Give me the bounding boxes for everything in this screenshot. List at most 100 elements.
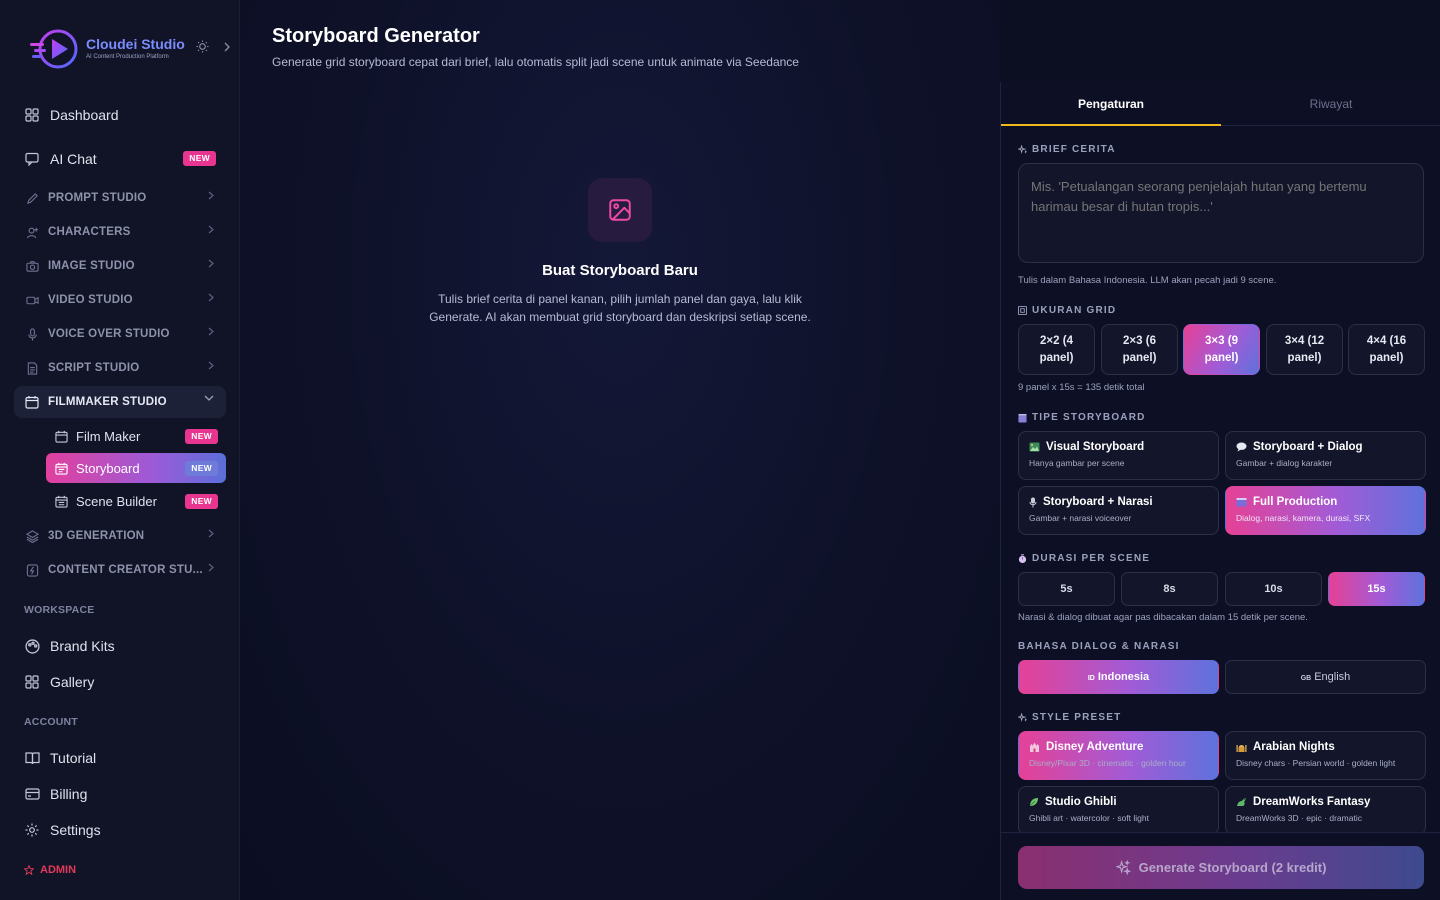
sidebar-item-storyboard[interactable]: Storyboard NEW [46, 453, 226, 483]
main-content: Storyboard Generator Generate grid story… [240, 0, 1000, 900]
brief-textarea[interactable] [1018, 163, 1424, 263]
grid-icon [24, 107, 40, 123]
empty-state-description: Tulis brief cerita di panel kanan, pilih… [429, 292, 811, 324]
chevron-right-icon [208, 191, 214, 200]
storyboard-icon [54, 461, 68, 475]
type-option-visual-storyboard[interactable]: Visual Storyboard Hanya gambar per scene [1018, 431, 1219, 480]
timer-icon [1018, 553, 1027, 564]
duration-option-10s[interactable]: 10s [1225, 572, 1322, 606]
sidebar-item-brand-kits[interactable]: Brand Kits [14, 628, 226, 664]
sidebar-section-image-studio[interactable]: IMAGE STUDIO [14, 250, 226, 282]
sidebar-section-content-creator-studio[interactable]: CONTENT CREATOR STU... [14, 554, 226, 586]
brand-title: Cloudei Studio [86, 36, 185, 52]
style-option-arabian-nights[interactable]: Arabian Nights Disney chars · Persian wo… [1225, 731, 1426, 780]
grid-option-4x4[interactable]: 4×4 (16 panel) [1348, 324, 1425, 375]
grid-option-3x4[interactable]: 3×4 (12 panel) [1266, 324, 1343, 375]
speech-bubble-icon [1236, 442, 1247, 452]
sidebar-section-characters[interactable]: CHARACTERS [14, 216, 226, 248]
microphone-icon [1029, 497, 1037, 508]
mosque-icon [1236, 742, 1247, 752]
chevron-right-icon [208, 293, 214, 302]
calendar-icon [24, 394, 40, 410]
grid-size-icon [1018, 306, 1027, 315]
new-badge: NEW [183, 151, 216, 166]
chevron-right-icon [208, 529, 214, 538]
image-placeholder-icon [588, 178, 652, 242]
clapper-icon [1018, 413, 1027, 423]
duration-option-5s[interactable]: 5s [1018, 572, 1115, 606]
picture-icon [1029, 442, 1040, 452]
sidebar-item-settings[interactable]: Settings [14, 812, 226, 848]
sidebar-section-script-studio[interactable]: SCRIPT STUDIO [14, 352, 226, 384]
brief-section-label: BRIEF CERITA [1018, 144, 1116, 155]
account-group-label: ACCOUNT [24, 716, 78, 728]
language-option-english[interactable]: GB English [1225, 660, 1426, 694]
type-option-storyboard-narasi[interactable]: Storyboard + Narasi Gambar + narasi voic… [1018, 486, 1219, 535]
panel-footer: Generate Storyboard (2 kredit) [1001, 832, 1440, 900]
grid-hint: 9 panel x 15s = 135 detik total [1018, 382, 1145, 393]
new-badge: NEW [185, 429, 218, 444]
sidebar-section-video-studio[interactable]: VIDEO STUDIO [14, 284, 226, 316]
sidebar-section-voice-over-studio[interactable]: VOICE OVER STUDIO [14, 318, 226, 350]
grid-option-3x3[interactable]: 3×3 (9 panel) [1183, 324, 1260, 375]
video-icon [24, 292, 40, 308]
sidebar-section-prompt-studio[interactable]: PROMPT STUDIO [14, 182, 226, 214]
grid-section-label: UKURAN GRID [1018, 305, 1116, 316]
sidebar-item-ai-chat[interactable]: AI Chat NEW [14, 141, 226, 177]
page-title: Storyboard Generator [272, 25, 480, 47]
type-section-label: TIPE STORYBOARD [1018, 412, 1146, 423]
flag-gb-icon: GB [1300, 675, 1312, 682]
chat-icon [24, 151, 40, 167]
type-option-full-production[interactable]: Full Production Dialog, narasi, kamera, … [1225, 486, 1426, 535]
generate-storyboard-button[interactable]: Generate Storyboard (2 kredit) [1018, 846, 1424, 889]
sidebar-item-label: Dashboard [50, 107, 119, 123]
sidebar-item-tutorial[interactable]: Tutorial [14, 740, 226, 776]
sidebar-admin-label[interactable]: ADMIN [24, 864, 76, 876]
sparkle-icon [1018, 713, 1027, 722]
book-icon [24, 750, 40, 766]
settings-panel: Pengaturan Riwayat BRIEF CERITA Tulis da… [1000, 82, 1440, 900]
language-option-indonesia[interactable]: ID Indonesia [1018, 660, 1219, 694]
sidebar-section-filmmaker-studio[interactable]: FILMMAKER STUDIO [14, 386, 226, 418]
microphone-icon [24, 326, 40, 342]
style-section-label: STYLE PRESET [1018, 712, 1121, 723]
scene-icon [54, 494, 68, 508]
lightning-icon [24, 562, 40, 578]
duration-option-15s[interactable]: 15s [1328, 572, 1425, 606]
sidebar-item-scene-builder[interactable]: Scene Builder NEW [46, 486, 226, 516]
sidebar-item-gallery[interactable]: Gallery [14, 664, 226, 700]
camera-icon [24, 258, 40, 274]
style-option-studio-ghibli[interactable]: Studio Ghibli Ghibli art · watercolor · … [1018, 786, 1219, 835]
duration-section-label: DURASI PER SCENE [1018, 553, 1150, 564]
grid-option-2x3[interactable]: 2×3 (6 panel) [1101, 324, 1178, 375]
sidebar-item-film-maker[interactable]: Film Maker NEW [46, 421, 226, 451]
sidebar-item-dashboard[interactable]: Dashboard [14, 97, 226, 133]
document-icon [24, 360, 40, 376]
panel-tabs: Pengaturan Riwayat [1001, 82, 1440, 126]
brand-subtitle: AI Content Production Platform [86, 54, 169, 60]
duration-option-8s[interactable]: 8s [1121, 572, 1218, 606]
chevron-down-icon [204, 395, 214, 402]
brand-logo[interactable]: Cloudei Studio AI Content Production Pla… [28, 22, 238, 74]
language-section-label: BAHASA DIALOG & NARASI [1018, 641, 1180, 652]
chevron-right-icon [208, 327, 214, 336]
tab-riwayat[interactable]: Riwayat [1221, 82, 1440, 126]
grid-option-2x2[interactable]: 2×2 (4 panel) [1018, 324, 1095, 375]
style-option-disney-adventure[interactable]: Disney Adventure Disney/Pixar 3D · cinem… [1018, 731, 1219, 780]
sidebar-section-3d-generation[interactable]: 3D GENERATION [14, 520, 226, 552]
duration-hint: Narasi & dialog dibuat agar pas dibacaka… [1018, 612, 1308, 623]
new-badge: NEW [185, 494, 218, 509]
style-option-dreamworks-fantasy[interactable]: DreamWorks Fantasy DreamWorks 3D · epic … [1225, 786, 1426, 835]
type-option-storyboard-dialog[interactable]: Storyboard + Dialog Gambar + dialog kara… [1225, 431, 1426, 480]
sidebar-item-billing[interactable]: Billing [14, 776, 226, 812]
palette-icon [24, 638, 40, 654]
tab-pengaturan[interactable]: Pengaturan [1001, 82, 1221, 126]
theme-toggle-icon[interactable] [196, 40, 209, 53]
sparkle-icon [1018, 145, 1027, 154]
sidebar-item-label: AI Chat [50, 151, 97, 167]
castle-icon [1029, 742, 1040, 752]
sidebar: Cloudei Studio AI Content Production Pla… [0, 0, 240, 900]
film-calendar-icon [54, 429, 68, 443]
gallery-grid-icon [24, 674, 40, 690]
collapse-sidebar-icon[interactable] [223, 42, 231, 52]
